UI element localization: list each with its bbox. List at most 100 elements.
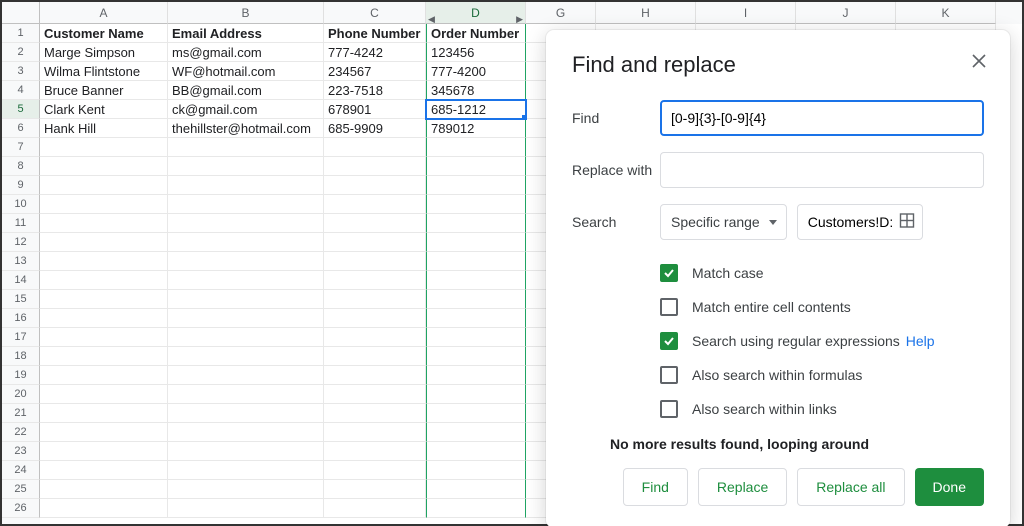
cell-C22[interactable]: [324, 423, 426, 442]
cell-A7[interactable]: [40, 138, 168, 157]
cell-B20[interactable]: [168, 385, 324, 404]
cell-C25[interactable]: [324, 480, 426, 499]
find-input[interactable]: [660, 100, 984, 136]
row-header-15[interactable]: 15: [2, 290, 40, 309]
cell-A20[interactable]: [40, 385, 168, 404]
row-header-26[interactable]: 26: [2, 499, 40, 518]
row-header-13[interactable]: 13: [2, 252, 40, 271]
cell-B18[interactable]: [168, 347, 324, 366]
formulas-checkbox[interactable]: Also search within formulas: [660, 358, 984, 392]
cell-D18[interactable]: [426, 347, 526, 366]
regex-help-link[interactable]: Help: [906, 333, 935, 349]
cell-B2[interactable]: ms@gmail.com: [168, 43, 324, 62]
cell-D9[interactable]: [426, 176, 526, 195]
cell-B13[interactable]: [168, 252, 324, 271]
match-case-checkbox[interactable]: Match case: [660, 256, 984, 290]
row-header-11[interactable]: 11: [2, 214, 40, 233]
cell-D12[interactable]: [426, 233, 526, 252]
cell-C14[interactable]: [324, 271, 426, 290]
search-scope-select[interactable]: Specific range: [660, 204, 787, 240]
replace-button[interactable]: Replace: [698, 468, 787, 506]
cell-B23[interactable]: [168, 442, 324, 461]
cell-C3[interactable]: 234567: [324, 62, 426, 81]
cell-D19[interactable]: [426, 366, 526, 385]
cell-A23[interactable]: [40, 442, 168, 461]
row-header-3[interactable]: 3: [2, 62, 40, 81]
cell-C9[interactable]: [324, 176, 426, 195]
cell-C23[interactable]: [324, 442, 426, 461]
cell-D2[interactable]: 123456: [426, 43, 526, 62]
cell-B11[interactable]: [168, 214, 324, 233]
cell-D26[interactable]: [426, 499, 526, 518]
regex-checkbox[interactable]: Search using regular expressions Help: [660, 324, 984, 358]
cell-D8[interactable]: [426, 157, 526, 176]
row-header-8[interactable]: 8: [2, 157, 40, 176]
column-header-I[interactable]: I: [696, 2, 796, 24]
cell-A1[interactable]: Customer Name: [40, 24, 168, 43]
cell-A13[interactable]: [40, 252, 168, 271]
row-header-7[interactable]: 7: [2, 138, 40, 157]
cell-A10[interactable]: [40, 195, 168, 214]
cell-D10[interactable]: [426, 195, 526, 214]
cell-D15[interactable]: [426, 290, 526, 309]
cell-C20[interactable]: [324, 385, 426, 404]
cell-B26[interactable]: [168, 499, 324, 518]
cell-C18[interactable]: [324, 347, 426, 366]
cell-A26[interactable]: [40, 499, 168, 518]
row-header-6[interactable]: 6: [2, 119, 40, 138]
cell-A18[interactable]: [40, 347, 168, 366]
row-header-21[interactable]: 21: [2, 404, 40, 423]
cell-C1[interactable]: Phone Number: [324, 24, 426, 43]
cell-C11[interactable]: [324, 214, 426, 233]
cell-B15[interactable]: [168, 290, 324, 309]
cell-D4[interactable]: 345678: [426, 81, 526, 100]
cell-A16[interactable]: [40, 309, 168, 328]
cell-C4[interactable]: 223-7518: [324, 81, 426, 100]
row-header-22[interactable]: 22: [2, 423, 40, 442]
cell-C12[interactable]: [324, 233, 426, 252]
column-header-J[interactable]: J: [796, 2, 896, 24]
cell-A8[interactable]: [40, 157, 168, 176]
cell-A21[interactable]: [40, 404, 168, 423]
column-header-A[interactable]: A: [40, 2, 168, 24]
cell-B22[interactable]: [168, 423, 324, 442]
cell-D17[interactable]: [426, 328, 526, 347]
column-header-B[interactable]: B: [168, 2, 324, 24]
cell-B25[interactable]: [168, 480, 324, 499]
cell-A2[interactable]: Marge Simpson: [40, 43, 168, 62]
cell-B17[interactable]: [168, 328, 324, 347]
replace-all-button[interactable]: Replace all: [797, 468, 904, 506]
cell-C26[interactable]: [324, 499, 426, 518]
row-header-1[interactable]: 1: [2, 24, 40, 43]
cell-A22[interactable]: [40, 423, 168, 442]
column-header-K[interactable]: K: [896, 2, 996, 24]
cell-A17[interactable]: [40, 328, 168, 347]
row-header-16[interactable]: 16: [2, 309, 40, 328]
cell-D22[interactable]: [426, 423, 526, 442]
row-header-5[interactable]: 5: [2, 100, 40, 119]
cell-A25[interactable]: [40, 480, 168, 499]
cell-A24[interactable]: [40, 461, 168, 480]
row-header-9[interactable]: 9: [2, 176, 40, 195]
cell-D23[interactable]: [426, 442, 526, 461]
replace-input[interactable]: [660, 152, 984, 188]
cell-C10[interactable]: [324, 195, 426, 214]
row-header-23[interactable]: 23: [2, 442, 40, 461]
entire-cell-checkbox[interactable]: Match entire cell contents: [660, 290, 984, 324]
cell-B1[interactable]: Email Address: [168, 24, 324, 43]
cell-C21[interactable]: [324, 404, 426, 423]
row-header-14[interactable]: 14: [2, 271, 40, 290]
row-header-4[interactable]: 4: [2, 81, 40, 100]
cell-A11[interactable]: [40, 214, 168, 233]
cell-B16[interactable]: [168, 309, 324, 328]
column-header-H[interactable]: H: [596, 2, 696, 24]
cell-C6[interactable]: 685-9909: [324, 119, 426, 138]
cell-D21[interactable]: [426, 404, 526, 423]
cell-C7[interactable]: [324, 138, 426, 157]
row-header-20[interactable]: 20: [2, 385, 40, 404]
cell-B19[interactable]: [168, 366, 324, 385]
select-range-icon[interactable]: [899, 213, 915, 232]
cell-A14[interactable]: [40, 271, 168, 290]
cell-B5[interactable]: ck@gmail.com: [168, 100, 324, 119]
cell-A15[interactable]: [40, 290, 168, 309]
